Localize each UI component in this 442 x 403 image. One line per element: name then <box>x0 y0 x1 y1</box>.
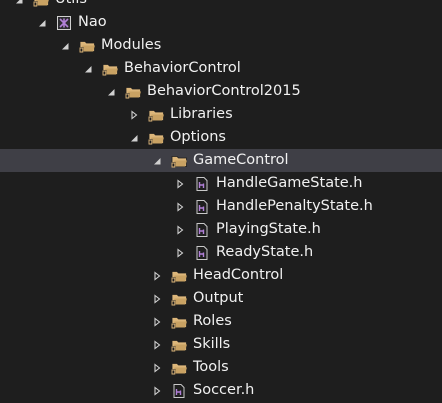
collapsed-arrow-icon[interactable] <box>150 333 164 356</box>
folder-icon <box>170 153 188 169</box>
collapsed-arrow-icon[interactable] <box>150 264 164 287</box>
tree-row-label: BehaviorControl <box>124 60 241 76</box>
tree-row-label: ReadyState.h <box>216 244 314 260</box>
collapsed-arrow-icon[interactable] <box>173 241 187 264</box>
tree-row[interactable]: Soccer.h <box>0 379 442 402</box>
header-file-icon <box>170 383 188 399</box>
tree-row[interactable]: HeadControl <box>0 264 442 287</box>
folder-icon <box>32 0 50 8</box>
tree-row[interactable]: HandlePenaltyState.h <box>0 195 442 218</box>
tree-row[interactable]: Options <box>0 126 442 149</box>
tree-row[interactable]: Nao <box>0 11 442 34</box>
tree-row-label: Tools <box>193 359 229 375</box>
tree-row-label: HandleGameState.h <box>216 175 363 191</box>
tree-row[interactable]: HandleGameState.h <box>0 172 442 195</box>
tree-row[interactable]: PlayingState.h <box>0 218 442 241</box>
collapsed-arrow-icon[interactable] <box>150 356 164 379</box>
expanded-arrow-icon[interactable] <box>81 57 95 80</box>
folder-icon <box>170 314 188 330</box>
tree-row-label: Modules <box>101 37 162 53</box>
tree-row-label: Soccer.h <box>193 382 255 398</box>
tree-row[interactable]: Libraries <box>0 103 442 126</box>
collapsed-arrow-icon[interactable] <box>150 287 164 310</box>
folder-icon <box>101 61 119 77</box>
tree-row-label: PlayingState.h <box>216 221 321 237</box>
collapsed-arrow-icon[interactable] <box>150 310 164 333</box>
tree-row-label: Output <box>193 290 244 306</box>
collapsed-arrow-icon[interactable] <box>173 195 187 218</box>
folder-icon <box>147 107 165 123</box>
tree-row[interactable]: BehaviorControl2015 <box>0 80 442 103</box>
folder-icon <box>170 268 188 284</box>
folder-icon <box>170 360 188 376</box>
tree-row-label: HeadControl <box>193 267 284 283</box>
header-file-icon <box>193 199 211 215</box>
folder-icon <box>170 291 188 307</box>
collapsed-arrow-icon[interactable] <box>173 172 187 195</box>
tree-row[interactable]: ReadyState.h <box>0 241 442 264</box>
expanded-arrow-icon[interactable] <box>104 80 118 103</box>
collapsed-arrow-icon[interactable] <box>173 218 187 241</box>
tree-row[interactable]: Utils <box>0 0 442 11</box>
expanded-arrow-icon[interactable] <box>127 126 141 149</box>
tree-row-label: Roles <box>193 313 232 329</box>
tree-row[interactable]: Skills <box>0 333 442 356</box>
tree-row-label: HandlePenaltyState.h <box>216 198 373 214</box>
folder-icon <box>147 130 165 146</box>
tree-row-label: Skills <box>193 336 231 352</box>
tree-row-label: GameControl <box>193 152 289 168</box>
header-file-icon <box>193 176 211 192</box>
tree-row-label: Utils <box>55 0 87 11</box>
header-file-icon <box>193 245 211 261</box>
header-file-icon <box>193 222 211 238</box>
tree-row[interactable]: Modules <box>0 34 442 57</box>
tree-row-label: Nao <box>78 14 107 30</box>
expanded-arrow-icon[interactable] <box>35 11 49 34</box>
folder-icon <box>124 84 142 100</box>
tree-row[interactable]: BehaviorControl <box>0 57 442 80</box>
collapsed-arrow-icon[interactable] <box>127 103 141 126</box>
collapsed-arrow-icon[interactable] <box>150 379 164 402</box>
solution-explorer-tree: Utils Nao Modules BehaviorControl BehaviorCo… <box>0 0 442 402</box>
tree-row[interactable]: Output <box>0 287 442 310</box>
tree-row-label: BehaviorControl2015 <box>147 83 301 99</box>
expanded-arrow-icon[interactable] <box>58 34 72 57</box>
folder-icon <box>78 38 96 54</box>
expanded-arrow-icon[interactable] <box>150 149 164 172</box>
tree-row-label: Libraries <box>170 106 233 122</box>
expanded-arrow-icon[interactable] <box>12 0 26 11</box>
project-icon <box>55 15 73 31</box>
tree-row[interactable]: Roles <box>0 310 442 333</box>
folder-icon <box>170 337 188 353</box>
tree-row[interactable]: GameControl <box>0 149 442 172</box>
tree-row-label: Options <box>170 129 226 145</box>
tree-row[interactable]: Tools <box>0 356 442 379</box>
